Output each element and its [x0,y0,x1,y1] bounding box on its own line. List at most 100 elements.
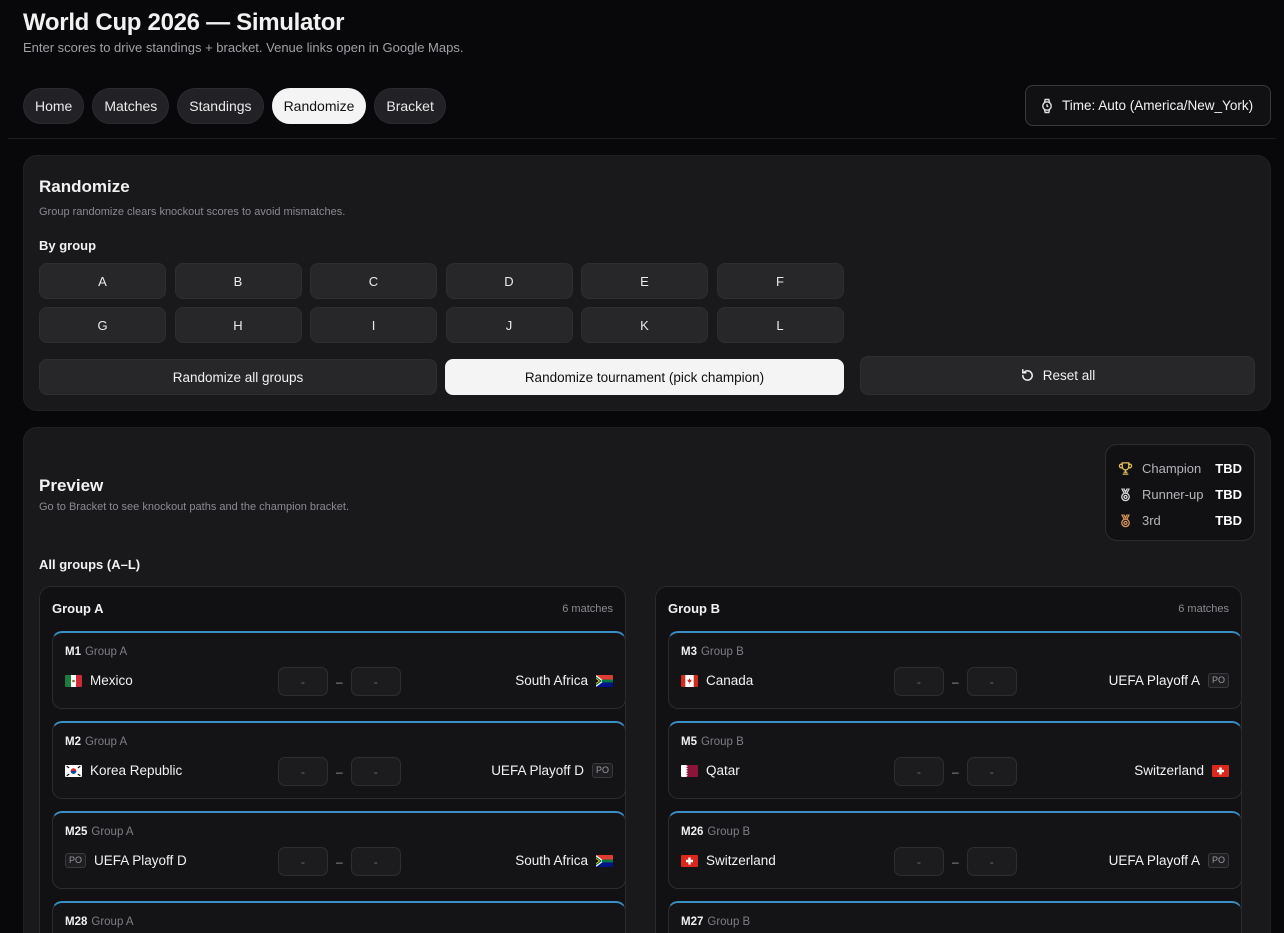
away-team: South Africa [515,673,613,688]
randomize-card: Randomize Group randomize clears knockou… [23,155,1271,411]
home-team: Mexico [65,673,133,688]
home-score-input[interactable]: - [894,757,944,786]
timezone-button[interactable]: Time: Auto (America/New_York) [1025,85,1271,126]
home-score-input[interactable]: - [894,847,944,876]
home-score-input[interactable]: - [278,667,328,696]
group-button-b[interactable]: B [174,263,302,299]
away-team: UEFA Playoff A PO [1109,673,1229,688]
playoff-tag: PO [1207,853,1229,868]
all-groups-label: All groups (A–L) [39,557,141,572]
randomize-subtitle: Group randomize clears knockout scores t… [39,206,346,218]
match-group: Group B [707,916,751,928]
away-team-name: South Africa [515,673,588,688]
app-subtitle: Enter scores to drive standings + bracke… [23,40,464,55]
group-button-e[interactable]: E [581,263,708,299]
tab-bracket[interactable]: Bracket [374,88,446,124]
match-card: M26 Group B Switzerland - – - UEFA Playof… [668,811,1241,889]
award-champion-label: Champion [1142,460,1202,476]
award-champion: Champion TBD [1118,455,1242,481]
reset-all-label: Reset all [1042,368,1096,383]
group-button-c[interactable]: C [310,263,437,299]
score-inputs: - – - [894,667,1017,696]
away-score-input[interactable]: - [966,757,1017,786]
medal-icon [1118,513,1136,528]
by-group-label: By group [39,238,97,253]
match-id: M2 [65,736,81,748]
tab-standings[interactable]: Standings [177,88,264,124]
group-button-k[interactable]: K [581,307,708,343]
score-separator: – [336,854,343,869]
away-team-name: UEFA Playoff D [491,763,584,778]
preview-card: Preview Go to Bracket to see knockout pa… [23,427,1271,933]
match-card: M27 Group B [668,901,1241,933]
tab-randomize[interactable]: Randomize [271,88,367,124]
group-button-h[interactable]: H [174,307,302,343]
group-button-f[interactable]: F [716,263,844,299]
home-team-name: Qatar [706,763,740,778]
group-buttons: A B C D E F G H I J K L [39,263,844,343]
home-team-name: UEFA Playoff D [94,853,187,868]
away-team-name: South Africa [515,853,588,868]
home-team: PO UEFA Playoff D [65,853,187,868]
score-separator: – [336,674,343,689]
group-button-j[interactable]: J [445,307,573,343]
match-group: Group A [84,646,128,658]
match-id: M28 [65,916,88,928]
away-score-input[interactable]: - [350,667,401,696]
match-id: M27 [681,916,704,928]
away-score-input[interactable]: - [350,757,401,786]
away-team-name: Switzerland [1134,763,1204,778]
group-button-l[interactable]: L [716,307,844,343]
match-group: Group B [700,736,744,748]
watch-icon [1040,98,1054,114]
award-runner-up-label: Runner-up [1142,486,1204,502]
away-team: UEFA Playoff D PO [491,763,613,778]
home-score-input[interactable]: - [278,757,328,786]
qatar-flag-icon [681,764,698,777]
randomize-tournament-button[interactable]: Randomize tournament (pick champion) [445,359,844,395]
match-id: M25 [65,826,88,838]
header-divider [8,138,1276,139]
tab-home[interactable]: Home [23,88,85,124]
south-africa-flag-icon [596,674,613,687]
group-panel-b: Group B 6 matches M3 Group B Canada - – -… [655,586,1242,933]
tab-matches[interactable]: Matches [92,88,170,124]
group-panel-title: Group B [668,601,720,616]
match-card: M28 Group A [52,901,625,933]
away-score-input[interactable]: - [966,667,1017,696]
away-score-input[interactable]: - [350,847,401,876]
group-panel-title: Group A [52,601,104,616]
match-card: M2 Group A Korea Republic - – - UEFA Play… [52,721,625,799]
score-inputs: - – - [278,667,401,696]
trophy-icon [1118,461,1136,476]
home-score-input[interactable]: - [278,847,328,876]
home-team: Korea Republic [65,763,182,778]
away-score-input[interactable]: - [966,847,1017,876]
group-button-g[interactable]: G [39,307,166,343]
award-runner-up-value: TBD [1215,486,1242,502]
reset-icon [1020,368,1035,383]
award-third: 3rd TBD [1118,507,1242,533]
switzerland-flag-icon [681,854,698,867]
playoff-tag: PO [1207,673,1229,688]
award-third-value: TBD [1215,512,1242,528]
group-panel-a: Group A 6 matches M1 Group A Mexico - – -… [39,586,626,933]
reset-all-button[interactable]: Reset all [860,356,1255,395]
home-score-input[interactable]: - [894,667,944,696]
canada-flag-icon [681,674,698,687]
match-group: Group B [700,646,744,658]
group-button-d[interactable]: D [445,263,573,299]
home-team-name: Switzerland [706,853,776,868]
match-id: M5 [681,736,697,748]
group-match-count: 6 matches [1178,603,1229,615]
match-id: M3 [681,646,697,658]
score-inputs: - – - [894,757,1017,786]
group-button-a[interactable]: A [39,263,166,299]
away-team-name: UEFA Playoff A [1108,853,1200,868]
preview-title: Preview [39,476,104,495]
randomize-all-groups-button[interactable]: Randomize all groups [39,359,437,395]
match-group: Group A [91,916,134,928]
playoff-tag: PO [591,763,613,778]
home-team-name: Canada [706,673,754,688]
group-button-i[interactable]: I [310,307,437,343]
